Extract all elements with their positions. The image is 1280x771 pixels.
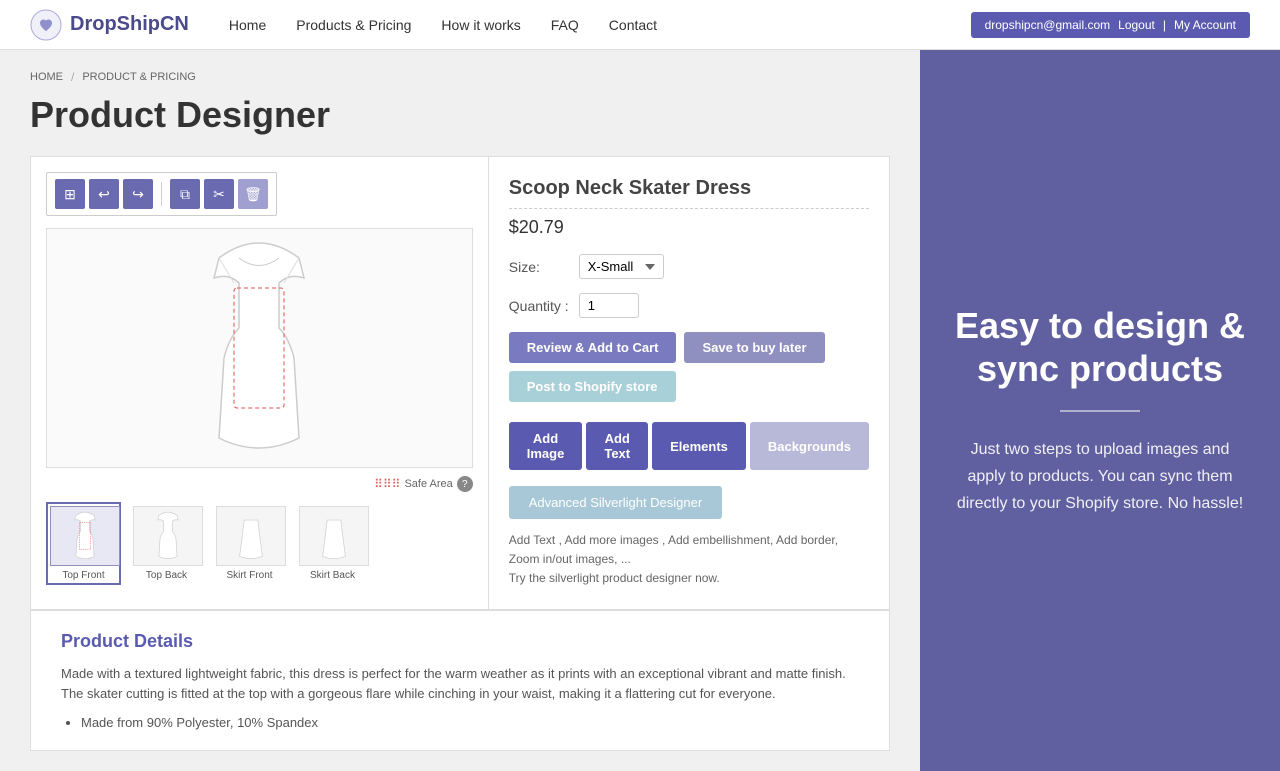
thumb-skirt-back-img [299, 506, 369, 566]
breadcrumb-sep: / [71, 70, 74, 84]
product-details-section: Product Details Made with a textured lig… [30, 610, 890, 752]
navbar: DropShipCN Home Products & Pricing How i… [0, 0, 1280, 50]
review-add-to-cart-button[interactable]: Review & Add to Cart [509, 332, 677, 363]
safe-area-dots: ⠿⠿⠿ [374, 477, 400, 491]
toolbar-redo-btn[interactable]: ↪ [123, 179, 153, 209]
product-panel: Scoop Neck Skater Dress $20.79 Size: X-S… [489, 157, 889, 609]
size-label: Size: [509, 259, 569, 275]
silverlight-desc: Add Text , Add more images , Add embelli… [509, 531, 869, 589]
design-toolbar: ⊞ ↩ ↪ ⧉ ✂ 🗑 [46, 172, 277, 216]
page-wrapper: HOME / PRODUCT & PRICING Product Designe… [0, 50, 1280, 771]
post-to-shopify-button[interactable]: Post to Shopify store [509, 371, 676, 402]
size-select[interactable]: X-Small Small Medium Large X-Large [579, 254, 664, 279]
toolbar-grid-btn[interactable]: ⊞ [55, 179, 85, 209]
logout-link[interactable]: Logout [1118, 18, 1155, 32]
silverlight-desc-line2: Try the silverlight product designer now… [509, 569, 869, 588]
product-details-list: Made from 90% Polyester, 10% Spandex [61, 715, 859, 730]
silverlight-desc-line1: Add Text , Add more images , Add embelli… [509, 531, 869, 569]
quantity-label: Quantity : [509, 298, 569, 314]
tab-elements[interactable]: Elements [652, 422, 746, 470]
thumb-skirt-front-label: Skirt Front [216, 570, 283, 581]
toolbar-delete-btn[interactable]: 🗑 [238, 179, 268, 209]
designer-wrapper: ⊞ ↩ ↪ ⧉ ✂ 🗑 [30, 156, 890, 610]
quantity-row: Quantity : [509, 293, 869, 318]
breadcrumb: HOME / PRODUCT & PRICING [30, 70, 890, 84]
thumb-top-back-label: Top Back [133, 570, 200, 581]
promo-title: Easy to design & sync products [950, 304, 1250, 390]
nav-links: Home Products & Pricing How it works FAQ… [229, 17, 971, 33]
thumb-top-front-label: Top Front [50, 570, 117, 581]
promo-desc: Just two steps to upload images and appl… [950, 436, 1250, 518]
quantity-input[interactable] [579, 293, 639, 318]
toolbar-cut-btn[interactable]: ✂ [204, 179, 234, 209]
logo-icon [30, 9, 62, 41]
my-account-link[interactable]: My Account [1174, 18, 1236, 32]
thumb-skirt-front-img [216, 506, 286, 566]
tab-backgrounds[interactable]: Backgrounds [750, 422, 869, 470]
logo-text: DropShipCN [70, 13, 189, 36]
thumb-top-front-img [50, 506, 120, 566]
user-email: dropshipcn@gmail.com [985, 18, 1111, 32]
silverlight-designer-button[interactable]: Advanced Silverlight Designer [509, 486, 722, 519]
save-to-buy-later-button[interactable]: Save to buy later [684, 332, 824, 363]
tab-add-text[interactable]: Add Text [586, 422, 648, 470]
toolbar-separator [161, 182, 162, 206]
product-name: Scoop Neck Skater Dress [509, 177, 869, 209]
thumbnails: Top Front Top Back [46, 502, 473, 585]
product-details-text: Made with a textured lightweight fabric,… [61, 664, 859, 706]
nav-how-it-works[interactable]: How it works [441, 17, 520, 33]
nav-faq[interactable]: FAQ [551, 17, 579, 33]
toolbar-copy-btn[interactable]: ⧉ [170, 179, 200, 209]
safe-area-label: ⠿⠿⠿ Safe Area ? [46, 476, 473, 492]
thumb-skirt-back[interactable]: Skirt Back [295, 502, 370, 585]
dress-preview-svg [159, 238, 359, 458]
safe-area-help-icon[interactable]: ? [457, 476, 473, 492]
nav-contact[interactable]: Contact [609, 17, 657, 33]
toolbar-undo-btn[interactable]: ↩ [89, 179, 119, 209]
action-buttons: Review & Add to Cart Save to buy later P… [509, 332, 869, 402]
nav-products-pricing[interactable]: Products & Pricing [296, 17, 411, 33]
safe-area-text: Safe Area [404, 478, 452, 490]
thumb-top-back[interactable]: Top Back [129, 502, 204, 585]
design-tabs: Add Image Add Text Elements Backgrounds [509, 422, 869, 470]
logo-link[interactable]: DropShipCN [30, 9, 189, 41]
content-area: HOME / PRODUCT & PRICING Product Designe… [0, 50, 920, 771]
thumb-top-front[interactable]: Top Front [46, 502, 121, 585]
nav-user-area: dropshipcn@gmail.com Logout | My Account [971, 12, 1250, 38]
promo-divider [1060, 410, 1140, 412]
canvas-panel: ⊞ ↩ ↪ ⧉ ✂ 🗑 [31, 157, 489, 609]
tab-add-image[interactable]: Add Image [509, 422, 583, 470]
product-details-bullet-1: Made from 90% Polyester, 10% Spandex [81, 715, 859, 730]
nav-home[interactable]: Home [229, 17, 266, 33]
thumb-top-back-img [133, 506, 203, 566]
breadcrumb-current: PRODUCT & PRICING [82, 71, 195, 83]
breadcrumb-home[interactable]: HOME [30, 71, 63, 83]
page-title: Product Designer [30, 94, 890, 136]
product-details-title: Product Details [61, 631, 859, 652]
product-price: $20.79 [509, 217, 869, 238]
size-row: Size: X-Small Small Medium Large X-Large [509, 254, 869, 279]
thumb-skirt-front[interactable]: Skirt Front [212, 502, 287, 585]
thumb-skirt-back-label: Skirt Back [299, 570, 366, 581]
design-canvas[interactable] [46, 228, 473, 468]
promo-panel: Easy to design & sync products Just two … [920, 50, 1280, 771]
